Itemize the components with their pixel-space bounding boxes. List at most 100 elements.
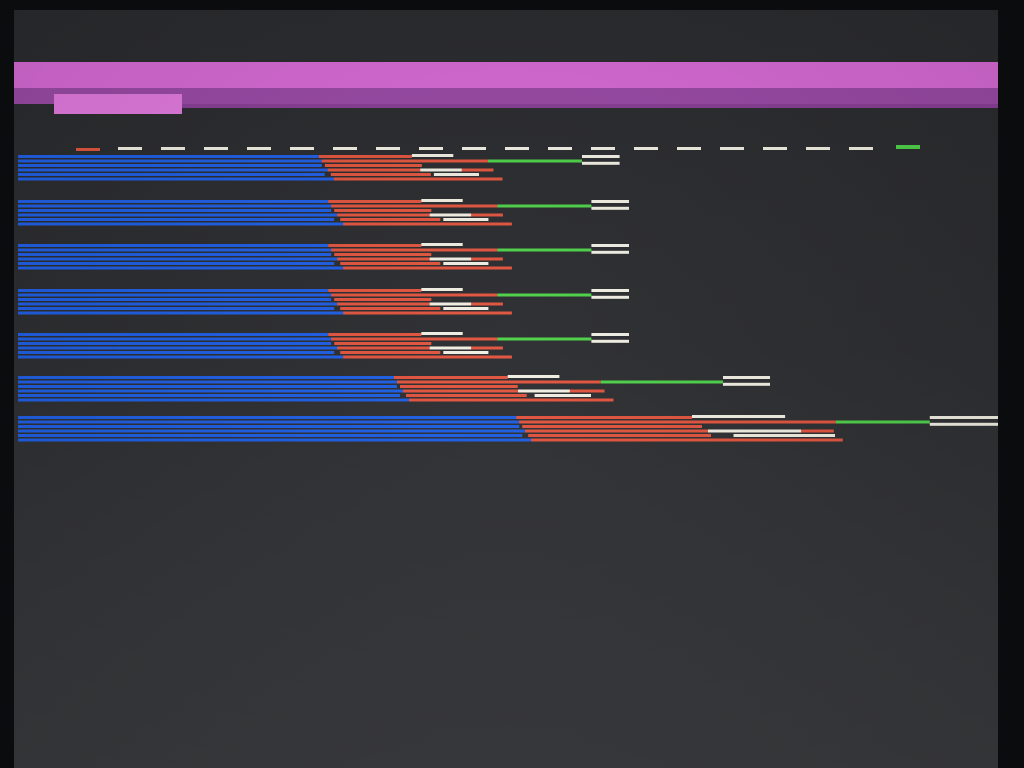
stage-white-line: [591, 289, 629, 292]
stage-red-line: [516, 416, 692, 419]
stage-blue-line: [18, 376, 394, 379]
stage-white-marker: [421, 199, 463, 202]
stage-red-span: [369, 159, 488, 163]
stage-blue-line: [18, 337, 338, 341]
stage-blue-line: [18, 262, 335, 265]
stage-blue-line: [18, 394, 400, 397]
stage-red-line: [409, 398, 614, 402]
timeline-chart: [18, 145, 998, 442]
stage-blue-line: [18, 389, 407, 393]
stage-blue-line: [18, 420, 526, 424]
stage-blue-line: [18, 398, 410, 402]
stage-red-span: [379, 248, 498, 252]
stage-white-marker: [429, 213, 472, 217]
stage-red-line: [337, 302, 503, 306]
stage-white-line: [591, 339, 629, 343]
stage-red-line: [343, 355, 512, 359]
stage-blue-line: [18, 333, 329, 336]
stage-blue-line: [18, 342, 332, 345]
stage-blue-line: [18, 266, 344, 270]
stage-white-marker: [433, 173, 479, 176]
stage-red-line: [531, 438, 843, 442]
stage-green-line: [497, 337, 592, 341]
stage-green-line: [600, 380, 723, 384]
stage-red-span: [379, 204, 498, 208]
stage-blue-line: [18, 429, 529, 433]
stage-red-line: [327, 168, 494, 172]
stage-blue-line: [18, 209, 332, 212]
stage-blue-line: [18, 204, 338, 208]
stage-white-line: [591, 200, 629, 203]
stage-white-marker: [507, 375, 560, 378]
stage-blue-line: [18, 438, 532, 442]
stage-red-line: [330, 173, 431, 176]
dash-segment: [763, 147, 787, 150]
stage-white-marker: [429, 257, 472, 261]
stage-red-line: [318, 155, 412, 158]
stage-white-line: [723, 382, 770, 386]
stage-red-line: [340, 307, 441, 310]
stage-white-marker: [443, 262, 489, 265]
stage-red-line: [334, 209, 432, 212]
stage-red-line: [400, 385, 518, 388]
stage-blue-line: [18, 213, 341, 217]
dash-segment: [462, 147, 486, 150]
stage-blue-line: [18, 434, 523, 437]
stage-red-line: [328, 333, 422, 336]
dash-segment: [849, 147, 873, 150]
stage-red-line: [337, 257, 503, 261]
stage-white-marker: [733, 434, 835, 437]
stage-white-marker: [420, 168, 462, 172]
dash-segment: [161, 147, 185, 150]
stage-blue-line: [18, 307, 335, 310]
stage-blue-line: [18, 173, 325, 176]
stage-green-line: [497, 293, 592, 297]
stage-white-marker: [534, 394, 591, 397]
monitor-bezel: [0, 0, 1024, 768]
stage-red-line: [528, 434, 711, 437]
stage-white-marker: [411, 154, 454, 157]
stage-blue-line: [18, 289, 329, 292]
dash-segment: [290, 147, 314, 150]
stage-white-line: [929, 416, 998, 419]
stage-red-line: [337, 346, 503, 350]
stage-green-line: [488, 159, 582, 163]
stage-red-line: [333, 177, 503, 181]
dash-segment: [333, 147, 357, 150]
dash-segment: [505, 147, 529, 150]
stage-white-marker: [708, 429, 802, 433]
stage-blue-line: [18, 416, 517, 419]
dash-segment: [548, 147, 572, 150]
stage-blue-line: [18, 218, 335, 221]
stage-blue-line: [18, 380, 404, 384]
stage-green-line: [497, 248, 592, 252]
stage-blue-line: [18, 346, 341, 350]
stage-red-line: [334, 253, 432, 256]
stage-blue-line: [18, 298, 332, 301]
stage-red-line: [334, 342, 432, 345]
stage-blue-line: [18, 248, 338, 252]
dash-segment: [376, 147, 400, 150]
stage-white-line: [591, 333, 629, 336]
stage-white-line: [582, 155, 620, 158]
stage-red-line: [394, 376, 508, 379]
stage-red-line: [340, 262, 441, 265]
stage-white-marker: [443, 307, 489, 310]
stage-red-line: [340, 218, 441, 221]
start-marker-icon: [76, 148, 100, 151]
dash-segment: [247, 147, 271, 150]
stage-white-marker: [421, 332, 463, 335]
dash-segment: [118, 147, 142, 150]
stage-blue-line: [18, 351, 335, 354]
stage-blue-line: [18, 253, 332, 256]
stage-red-span: [379, 337, 498, 341]
stage-blue-line: [18, 311, 344, 315]
stage-white-line: [591, 295, 629, 299]
dash-segment: [591, 147, 615, 150]
stage-blue-line: [18, 244, 329, 247]
stage-blue-line: [18, 222, 344, 226]
stage-white-marker: [429, 302, 472, 306]
stage-blue-line: [18, 168, 332, 172]
dash-segment: [634, 147, 658, 150]
stage-blue-line: [18, 164, 322, 167]
